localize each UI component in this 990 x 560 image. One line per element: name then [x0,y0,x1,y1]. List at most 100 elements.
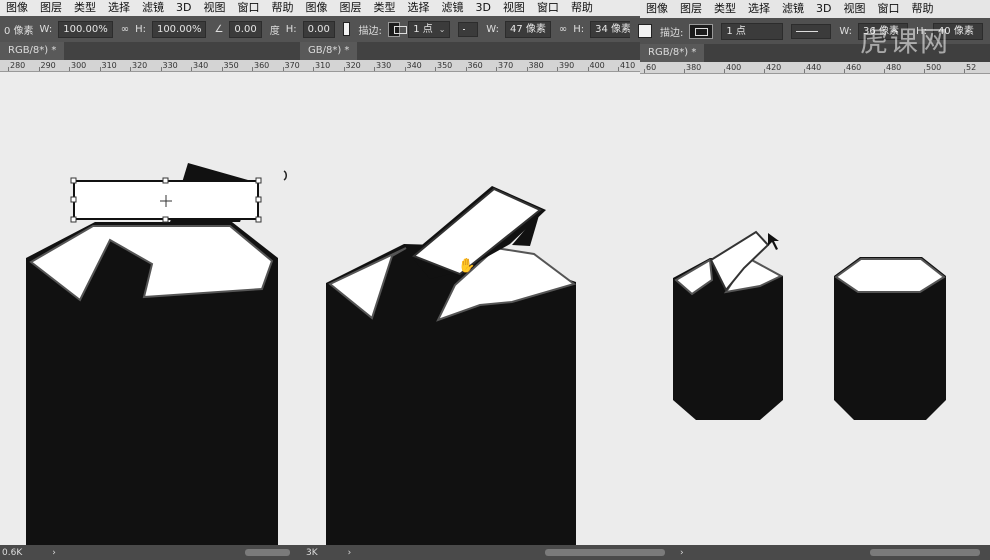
menu-item[interactable]: 帮助 [565,0,599,16]
width2-label: W: [486,23,499,35]
menu-item[interactable]: 滤镜 [435,0,469,16]
prism-shape-3[interactable] [673,230,784,420]
menu-item[interactable]: 视图 [837,0,871,18]
menu-bar-right: 图像 图层 类型 选择 滤镜 3D 视图 窗口 帮助 [640,0,990,18]
width-field[interactable]: 100.00% [58,20,113,38]
menu-item[interactable]: 3D [810,0,837,18]
selected-rectangle[interactable] [70,177,262,223]
menu-item[interactable]: 图层 [34,0,68,16]
scrollbar-thumb[interactable] [870,549,980,556]
ruler-label: 440 [806,63,822,72]
menu-item[interactable]: 图层 [333,0,367,16]
menu-item[interactable]: 类型 [68,0,102,16]
chevron-right-icon[interactable]: › [348,548,352,558]
horizontal-ruler-left: 280 290 300 310 320 330 340 350 360 370 310 320 330 3… [0,60,640,72]
chevron-down-icon: ⌄ [438,24,446,34]
ruler-label: 290 [40,61,56,70]
ruler-label: 480 [886,63,902,72]
menu-bar-left: 图像 图层 类型 选择 滤镜 3D 视图 窗口 帮助 图像 图层 类型 选择 滤… [0,0,650,16]
ruler-label: 330 [376,61,392,70]
document-tab[interactable]: RGB/8*) * [640,44,705,62]
menu-item[interactable]: 图层 [674,0,708,18]
link-icon[interactable]: ∞ [121,24,129,35]
arrow-cursor-icon [768,233,779,250]
document-tab[interactable]: RGB/8*) * [0,42,65,60]
menu-item[interactable]: 窗口 [531,0,565,16]
width2-field[interactable]: 47 像素 [504,20,551,38]
prism-shape-2[interactable] [326,186,577,545]
photoshop-workspace: 图像 图层 类型 选择 滤镜 3D 视图 窗口 帮助 图像 图层 类型 选择 滤… [0,0,990,560]
ruler-label: 60 [646,63,657,72]
ruler-label: 280 [10,61,26,70]
ruler-label: 340 [193,61,209,70]
ruler-label: 350 [437,61,453,70]
height2-field[interactable]: 0.00 [302,20,335,38]
ruler-label: 370 [284,61,300,70]
menu-item[interactable]: 视图 [197,0,231,16]
canvas[interactable]: ✋ [0,73,990,545]
ruler-tick [343,67,345,71]
ruler-label: 360 [467,61,483,70]
chevron-right-icon[interactable]: › [680,548,684,558]
ruler-tick [526,67,528,71]
ruler-tick [130,67,131,71]
ruler-label: 410 [620,61,636,70]
stroke-swatch[interactable] [689,23,714,39]
ruler-label: 370 [498,61,514,70]
status-value: 0.6K [2,547,23,558]
fill-swatch[interactable] [342,22,351,36]
menu-item[interactable]: 窗口 [231,0,265,16]
canvas-artwork: ✋ [26,163,946,545]
angle-field[interactable]: 0.00 [229,20,262,38]
menu-item[interactable]: 3D [170,0,197,16]
menu-item[interactable]: 图像 [299,0,333,16]
ruler-label: 350 [223,61,239,70]
ruler-label: 320 [345,61,361,70]
document-tab[interactable]: GB/8*) * [300,42,358,60]
ruler-tick [282,67,284,71]
ruler-tick [221,67,223,71]
ruler-label: 310 [315,61,331,70]
fill-swatch[interactable] [638,24,652,38]
stroke-size-field[interactable]: 1 点 ⌄ [408,20,451,38]
menu-item[interactable]: 类型 [708,0,742,18]
chevron-right-icon[interactable]: › [52,548,56,558]
scrollbar-thumb[interactable] [545,549,665,556]
stroke-swatch[interactable] [387,21,408,37]
watermark-logo: 虎课网 [860,25,951,58]
menu-item[interactable]: 帮助 [265,0,299,16]
menu-item[interactable]: 视图 [497,0,531,16]
ruler-label: 340 [406,61,422,70]
document-tab-bar-left: RGB/8*) * GB/8*) * [0,42,640,60]
status-bar-right: › [680,545,990,560]
menu-item[interactable]: 窗口 [871,0,905,18]
menu-item[interactable]: 选择 [401,0,435,16]
ruler-tick [313,67,314,71]
menu-item[interactable]: 图像 [640,0,674,18]
menu-item[interactable]: 图像 [0,0,34,16]
ruler-tick [69,67,70,71]
scrollbar-thumb[interactable] [245,549,290,556]
status-bar-middle: 3K › [300,545,680,560]
menu-item[interactable]: 滤镜 [776,0,810,18]
link2-icon[interactable]: ∞ [559,24,567,35]
height2-label: H: [285,23,297,35]
menu-item[interactable]: 3D [469,0,496,16]
menu-item[interactable]: 滤镜 [136,0,170,16]
menu-item[interactable]: 类型 [367,0,401,16]
prism-shape-1[interactable] [26,163,278,545]
stroke-type-select[interactable] [458,21,479,37]
prism-shape-4[interactable] [834,257,946,420]
menu-item[interactable]: 帮助 [905,0,939,18]
width-label: W: [839,25,853,37]
status-value: 3K [306,547,318,558]
stroke-size-field[interactable]: 1 点 [721,22,784,40]
hand-cursor-icon: ✋ [458,257,475,274]
menu-item[interactable]: 选择 [742,0,776,18]
ruler-label: 360 [254,61,270,70]
stroke-type-select[interactable] [791,23,832,39]
ruler-label: 330 [162,61,178,70]
ruler-tick [435,67,436,71]
height-field[interactable]: 100.00% [151,20,207,38]
menu-item[interactable]: 选择 [102,0,136,16]
